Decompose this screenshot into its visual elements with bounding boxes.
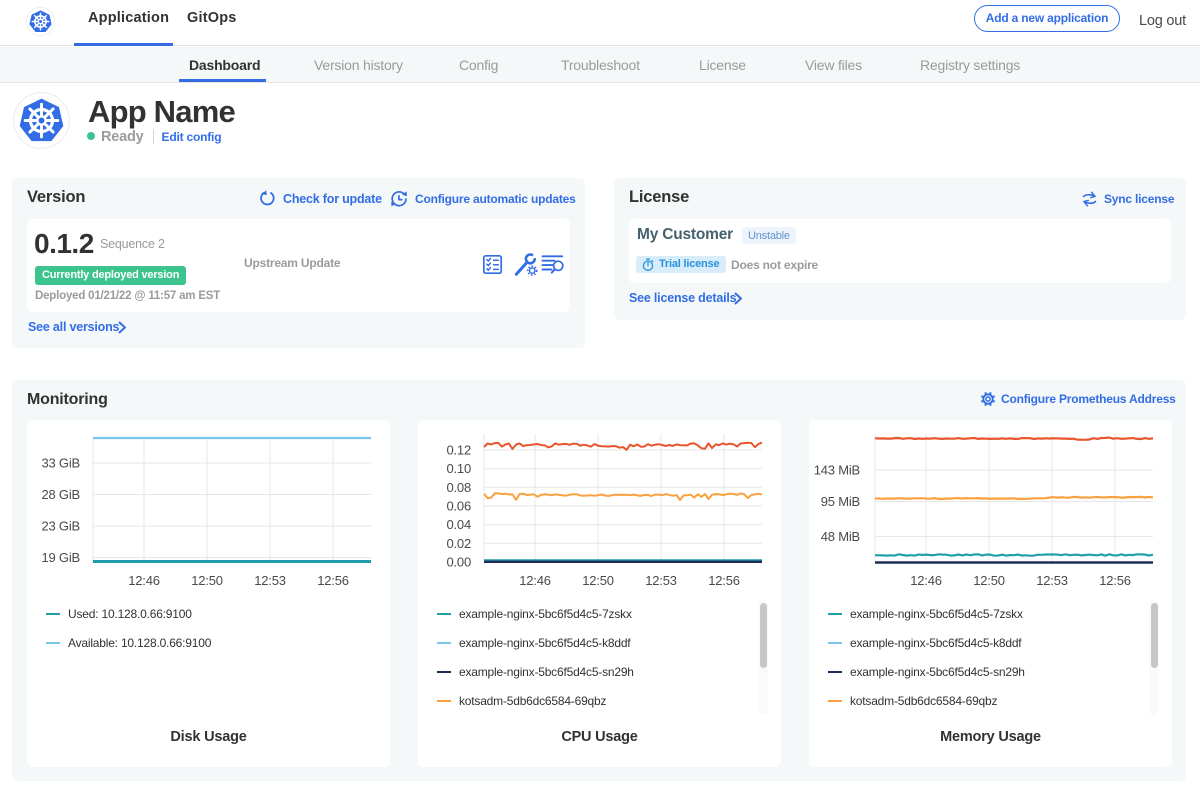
svg-text:0.08: 0.08 bbox=[446, 480, 471, 495]
svg-text:12:56: 12:56 bbox=[317, 573, 349, 588]
svg-text:0.00: 0.00 bbox=[446, 555, 471, 570]
svg-text:0.06: 0.06 bbox=[446, 499, 471, 514]
svg-text:33 GiB: 33 GiB bbox=[41, 456, 80, 471]
svg-text:12:53: 12:53 bbox=[254, 573, 286, 588]
svg-text:12:56: 12:56 bbox=[1099, 573, 1131, 588]
svg-text:12:50: 12:50 bbox=[191, 573, 223, 588]
svg-text:23 GiB: 23 GiB bbox=[41, 519, 80, 534]
svg-text:12:53: 12:53 bbox=[645, 573, 677, 588]
svg-text:12:46: 12:46 bbox=[910, 573, 942, 588]
svg-text:12:50: 12:50 bbox=[582, 573, 614, 588]
svg-text:0.10: 0.10 bbox=[446, 461, 471, 476]
svg-text:28 GiB: 28 GiB bbox=[41, 487, 80, 502]
svg-text:0.02: 0.02 bbox=[446, 536, 471, 551]
svg-text:12:46: 12:46 bbox=[128, 573, 160, 588]
svg-text:0.12: 0.12 bbox=[446, 443, 471, 458]
svg-text:0.04: 0.04 bbox=[446, 517, 471, 532]
svg-text:12:46: 12:46 bbox=[519, 573, 551, 588]
svg-text:143 MiB: 143 MiB bbox=[814, 463, 860, 478]
svg-text:12:56: 12:56 bbox=[708, 573, 740, 588]
svg-text:19 GiB: 19 GiB bbox=[41, 550, 80, 565]
svg-text:12:53: 12:53 bbox=[1036, 573, 1068, 588]
svg-text:95 MiB: 95 MiB bbox=[821, 494, 860, 509]
svg-text:12:50: 12:50 bbox=[973, 573, 1005, 588]
svg-text:48 MiB: 48 MiB bbox=[821, 529, 860, 544]
